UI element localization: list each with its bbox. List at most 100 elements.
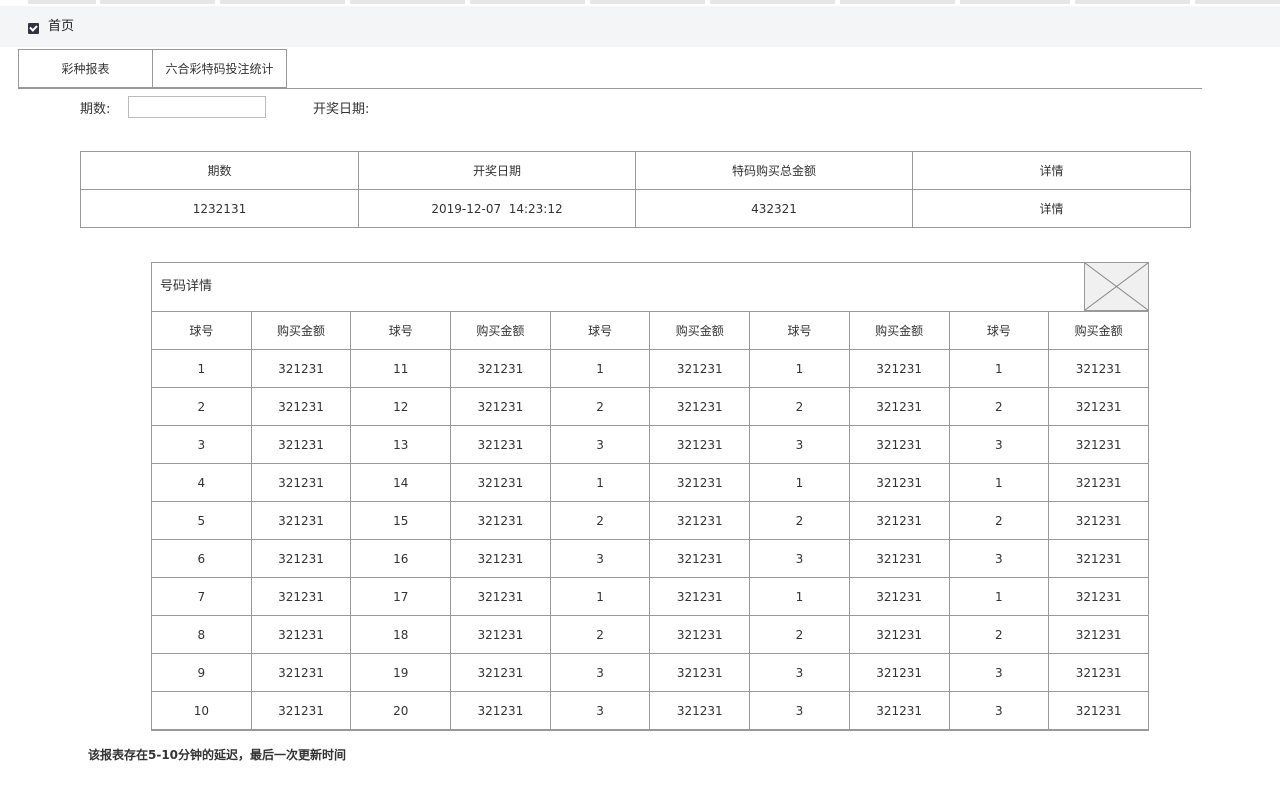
tab-lottery-report[interactable]: 彩种报表 [18, 49, 153, 88]
purchase-amount-cell: 321231 [250, 539, 352, 578]
purchase-amount-cell: 321231 [848, 425, 950, 464]
purchase-amount-cell: 321231 [848, 501, 950, 540]
ball-number-cell: 2 [151, 387, 252, 426]
ball-number-cell: 14 [350, 463, 452, 502]
purchase-amount-cell: 321231 [450, 349, 551, 388]
ball-number-cell: 15 [350, 501, 452, 540]
ball-number-cell: 7 [151, 577, 252, 616]
ball-number-cell: 19 [350, 653, 452, 692]
details-link[interactable]: 详情 [912, 189, 1191, 228]
col-header-draw-date: 开奖日期 [358, 151, 636, 190]
close-icon[interactable] [1084, 262, 1149, 311]
purchase-amount-cell: 321231 [250, 501, 352, 540]
purchase-amount-cell: 321231 [848, 577, 950, 616]
purchase-amount-cell: 321231 [649, 501, 751, 540]
ball-number-cell: 3 [549, 539, 651, 578]
ball-number-cell: 6 [151, 539, 252, 578]
ball-number-cell: 1 [749, 463, 850, 502]
purchase-amount-cell: 321231 [250, 615, 352, 654]
table-row: 7 321231 17 321231 1 321231 1 321231 1 321231 [151, 577, 1149, 616]
ball-number-cell: 2 [549, 501, 651, 540]
ball-number-cell: 2 [948, 615, 1050, 654]
col-header-ball-number: 球号 [549, 311, 651, 350]
table-row: 10 321231 20 321231 3 321231 3 321231 3 321231 [151, 691, 1149, 730]
ball-number-cell: 2 [549, 615, 651, 654]
purchase-amount-cell: 321231 [848, 349, 950, 388]
purchase-amount-cell: 321231 [848, 463, 950, 502]
ball-number-cell: 2 [749, 387, 850, 426]
period-input[interactable] [128, 96, 266, 118]
purchase-amount-cell: 321231 [848, 615, 950, 654]
ball-number-cell: 12 [350, 387, 452, 426]
checkbox-icon[interactable] [28, 23, 39, 34]
ball-number-cell: 5 [151, 501, 252, 540]
table-row: 2 321231 12 321231 2 321231 2 321231 2 321231 [151, 387, 1149, 426]
ball-number-cell: 18 [350, 615, 452, 654]
ball-number-cell: 3 [948, 691, 1050, 730]
purchase-amount-cell: 321231 [450, 501, 551, 540]
purchase-amount-cell: 321231 [649, 463, 751, 502]
ball-number-cell: 3 [549, 425, 651, 464]
ball-number-cell: 3 [549, 653, 651, 692]
table-row: 6 321231 16 321231 3 321231 3 321231 3 321231 [151, 539, 1149, 578]
purchase-amount-cell: 321231 [649, 577, 751, 616]
tab-divider [18, 88, 1202, 89]
number-detail-table: 球号 购买金额 球号 购买金额 球号 购买金额 球号 购买金额 球号 购买金额 1 321231 11… [151, 311, 1149, 730]
ball-number-cell: 1 [948, 577, 1050, 616]
ball-number-cell: 1 [549, 463, 651, 502]
col-header-ball-number: 球号 [948, 311, 1050, 350]
purchase-amount-cell: 321231 [250, 463, 352, 502]
ball-number-cell: 1 [749, 577, 850, 616]
purchase-amount-cell: 321231 [1048, 349, 1149, 388]
ball-number-cell: 17 [350, 577, 452, 616]
detail-header-row: 球号 购买金额 球号 购买金额 球号 购买金额 球号 购买金额 球号 购买金额 [151, 311, 1149, 350]
tab-marksix-special-stats[interactable]: 六合彩特码投注统计 [152, 49, 287, 88]
summary-table: 期数 开奖日期 特码购买总金额 详情 1232131 2019-12-07 14… [80, 151, 1191, 228]
purchase-amount-cell: 321231 [250, 425, 352, 464]
purchase-amount-cell: 321231 [1048, 653, 1149, 692]
ball-number-cell: 3 [749, 425, 850, 464]
home-link[interactable]: 首页 [48, 18, 74, 36]
purchase-amount-cell: 321231 [1048, 387, 1149, 426]
ball-number-cell: 11 [350, 349, 452, 388]
cell-total-amount: 432321 [635, 189, 913, 228]
col-header-purchase-amount: 购买金额 [848, 311, 950, 350]
col-header-purchase-amount: 购买金额 [450, 311, 551, 350]
ball-number-cell: 2 [749, 615, 850, 654]
col-header-ball-number: 球号 [749, 311, 850, 350]
draw-date-label: 开奖日期: [313, 102, 370, 117]
ball-number-cell: 3 [151, 425, 252, 464]
ball-number-cell: 3 [749, 653, 850, 692]
ball-number-cell: 10 [151, 691, 252, 730]
cell-draw-date: 2019-12-07 14:23:12 [358, 189, 636, 228]
col-header-total-amount: 特码购买总金额 [635, 151, 913, 190]
purchase-amount-cell: 321231 [250, 577, 352, 616]
purchase-amount-cell: 321231 [848, 539, 950, 578]
table-row: 9 321231 19 321231 3 321231 3 321231 3 321231 [151, 653, 1149, 692]
purchase-amount-cell: 321231 [649, 691, 751, 730]
ball-number-cell: 1 [948, 349, 1050, 388]
ball-number-cell: 16 [350, 539, 452, 578]
ball-number-cell: 3 [549, 691, 651, 730]
ball-number-cell: 3 [948, 425, 1050, 464]
ball-number-cell: 13 [350, 425, 452, 464]
col-header-purchase-amount: 购买金额 [1048, 311, 1149, 350]
purchase-amount-cell: 321231 [450, 425, 551, 464]
purchase-amount-cell: 321231 [250, 387, 352, 426]
ball-number-cell: 2 [948, 501, 1050, 540]
purchase-amount-cell: 321231 [848, 387, 950, 426]
ball-number-cell: 1 [948, 463, 1050, 502]
detail-title: 号码详情 [160, 279, 213, 294]
purchase-amount-cell: 321231 [649, 425, 751, 464]
ball-number-cell: 3 [749, 691, 850, 730]
purchase-amount-cell: 321231 [450, 387, 551, 426]
purchase-amount-cell: 321231 [250, 653, 352, 692]
delay-notice: 该报表存在5-10分钟的延迟，最后一次更新时间 [88, 748, 347, 762]
purchase-amount-cell: 321231 [450, 653, 551, 692]
table-row: 3 321231 13 321231 3 321231 3 321231 3 321231 [151, 425, 1149, 464]
purchase-amount-cell: 321231 [1048, 463, 1149, 502]
page-header: 首页 [0, 6, 1280, 47]
table-row: 1 321231 11 321231 1 321231 1 321231 1 321231 [151, 349, 1149, 388]
ball-number-cell: 2 [549, 387, 651, 426]
ball-number-cell: 20 [350, 691, 452, 730]
